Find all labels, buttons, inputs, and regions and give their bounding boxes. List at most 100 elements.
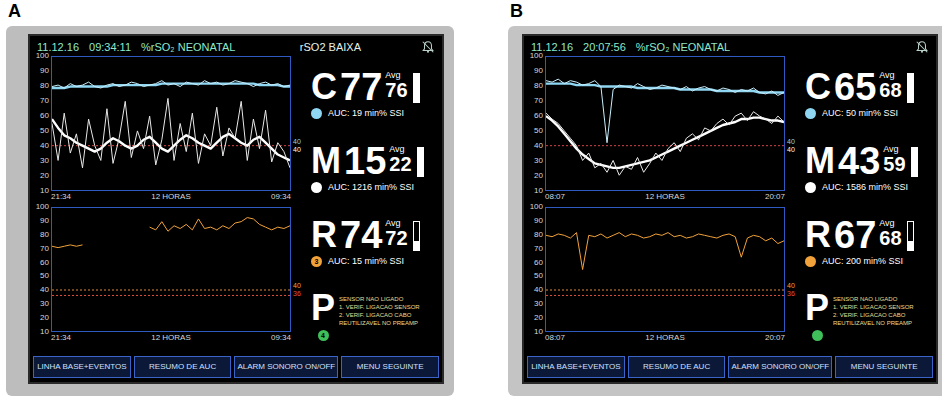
channel-dot <box>805 182 816 193</box>
y-tick: 60 <box>527 259 543 267</box>
threshold-labels: 4036 <box>291 207 305 332</box>
y-tick: 100 <box>527 203 543 211</box>
softkey-label: LINHA BASE+EVENTOS <box>531 362 620 372</box>
figure-panel: A11.12.1609:34:11%rSO₂ NEONATALrSO2 BAIX… <box>6 0 464 407</box>
threshold-label: 40 <box>293 146 301 154</box>
softkey-button[interactable]: LINHA BASE+EVENTOS <box>527 356 625 378</box>
series-line <box>52 218 290 248</box>
y-tick: 60 <box>33 259 49 267</box>
status-header: 11.12.1609:34:11%rSO₂ NEONATALrSO2 BAIXA <box>33 38 439 56</box>
message-line: REUTILIZAVEL NO PREAMP <box>339 319 420 327</box>
threshold-line <box>546 295 784 296</box>
channel-auc-row: AUC: 1216 min% SSI <box>311 182 439 193</box>
header-time: 20:07:56 <box>583 39 626 56</box>
channel-dot <box>812 330 823 341</box>
softkey-button[interactable]: MENU SEGUINTE <box>341 356 439 378</box>
x-label: 12 HORAS <box>645 334 685 344</box>
y-tick: 20 <box>33 314 49 322</box>
plot-area <box>51 56 291 191</box>
ssi-bar-fill <box>912 148 917 176</box>
threshold-label-group: 4036 <box>787 282 795 298</box>
channel-average: Avg68 <box>879 216 901 248</box>
sensor-message: SENSOR NAO LIGADO1. VERIF. LIGACAO SENSO… <box>833 289 914 327</box>
trend-chart: 100908070605040302010404008:0712 HORAS20… <box>527 56 799 203</box>
channel-auc-row: AUC: 50 min% SSI <box>805 108 933 119</box>
mute-slash <box>423 42 434 53</box>
channel-readout: R67Avg68 AUC: 200 min% SSI <box>805 204 933 278</box>
softkey-button[interactable]: RESUMO DE AUC <box>628 356 726 378</box>
sensor-message: SENSOR NAO LIGADO1. VERIF. LIGACAO SENSO… <box>339 289 420 327</box>
threshold-line <box>546 290 784 291</box>
y-tick: 40 <box>33 286 49 294</box>
softkey-button[interactable]: MENU SEGUINTE <box>835 356 933 378</box>
softkey-button[interactable]: ALARM SONORO ON/OFF <box>728 356 832 378</box>
figure: A11.12.1609:34:11%rSO₂ NEONATALrSO2 BAIX… <box>0 0 945 407</box>
panel-label: B <box>508 0 945 26</box>
y-tick: 80 <box>527 231 543 239</box>
dot-number: 3 <box>315 258 319 265</box>
ssi-bar <box>911 147 918 177</box>
x-label: 21:34 <box>51 193 71 203</box>
y-tick: 20 <box>527 172 543 180</box>
channel-letter: P <box>311 289 335 327</box>
series-line <box>546 79 784 143</box>
channel-letter-column: P <box>805 289 829 341</box>
y-tick: 90 <box>527 217 543 225</box>
message-line: 2. VERIF. LIGACAO CABO <box>833 311 914 319</box>
avg-value: 22 <box>389 154 411 174</box>
y-tick: 70 <box>527 97 543 105</box>
message-line: SENSOR NAO LIGADO <box>833 295 914 303</box>
monitor-bezel: 11.12.1609:34:11%rSO₂ NEONATALrSO2 BAIXA… <box>6 26 454 396</box>
channel-values: M15Avg22 <box>311 142 439 180</box>
x-label: 21:34 <box>51 334 71 344</box>
channel-values: M43Avg59 <box>805 142 933 180</box>
channel-letter-column: P4 <box>311 289 335 341</box>
chart-canvas <box>52 57 290 190</box>
channel-values: R74Avg72 <box>311 216 439 254</box>
dot-number: 4 <box>321 332 325 339</box>
channel-auc-row: AUC: 200 min% SSI <box>805 256 933 267</box>
auc-text: AUC: 1216 min% SSI <box>328 182 414 193</box>
ssi-bar-fill <box>418 148 423 176</box>
series-line <box>546 116 784 168</box>
avg-label: Avg <box>385 70 400 80</box>
y-tick: 60 <box>33 112 49 120</box>
trend-chart: 100908070605040302010404021:3412 HORAS09… <box>33 56 305 203</box>
ssi-bar <box>413 221 420 251</box>
series-line <box>546 233 784 270</box>
y-tick: 50 <box>33 127 49 135</box>
softkey-button[interactable]: RESUMO DE AUC <box>134 356 232 378</box>
y-tick: 30 <box>527 300 543 308</box>
y-tick: 80 <box>33 231 49 239</box>
channel-message-row: PSENSOR NAO LIGADO1. VERIF. LIGACAO SENS… <box>805 289 933 341</box>
channel-auc-row: AUC: 19 min% SSI <box>311 108 439 119</box>
softkey-bar: LINHA BASE+EVENTOS RESUMO DE AUCALARM SON… <box>527 356 933 378</box>
auc-text: AUC: 50 min% SSI <box>822 108 898 119</box>
ssi-bar-fill <box>414 241 419 249</box>
channel-value: 43 <box>838 142 880 180</box>
softkey-button[interactable]: ALARM SONORO ON/OFF <box>234 356 338 378</box>
muted-bell-icon[interactable] <box>915 40 929 54</box>
channel-values: C77Avg76 <box>311 68 439 106</box>
monitor-main: 100908070605040302010404008:0712 HORAS20… <box>527 56 933 352</box>
threshold-line <box>52 145 290 146</box>
x-label: 08:07 <box>545 334 565 344</box>
threshold-labels: 4040 <box>785 56 799 191</box>
softkey-button[interactable]: LINHA BASE+EVENTOS <box>33 356 131 378</box>
chart-canvas <box>546 57 784 190</box>
threshold-label: 40 <box>293 138 301 146</box>
channel-values: R67Avg68 <box>805 216 933 254</box>
channel-dot <box>805 108 816 119</box>
ssi-bar <box>907 221 914 251</box>
channel-letter: R <box>805 216 831 254</box>
muted-bell-icon[interactable] <box>421 40 435 54</box>
muted-bell-icon-svg <box>421 40 435 54</box>
channel-readout: C65Avg68AUC: 50 min% SSI <box>805 56 933 130</box>
softkey-bar: LINHA BASE+EVENTOSRESUMO DE AUCALARM SON… <box>33 356 439 378</box>
channel-average: Avg59 <box>883 142 905 174</box>
channel-average: Avg68 <box>879 68 901 100</box>
softkey-label: MENU SEGUINTE <box>357 362 424 372</box>
threshold-label: 36 <box>293 290 301 298</box>
y-tick: 20 <box>527 314 543 322</box>
chart-column: 100908070605040302010404021:3412 HORAS09… <box>33 56 305 352</box>
